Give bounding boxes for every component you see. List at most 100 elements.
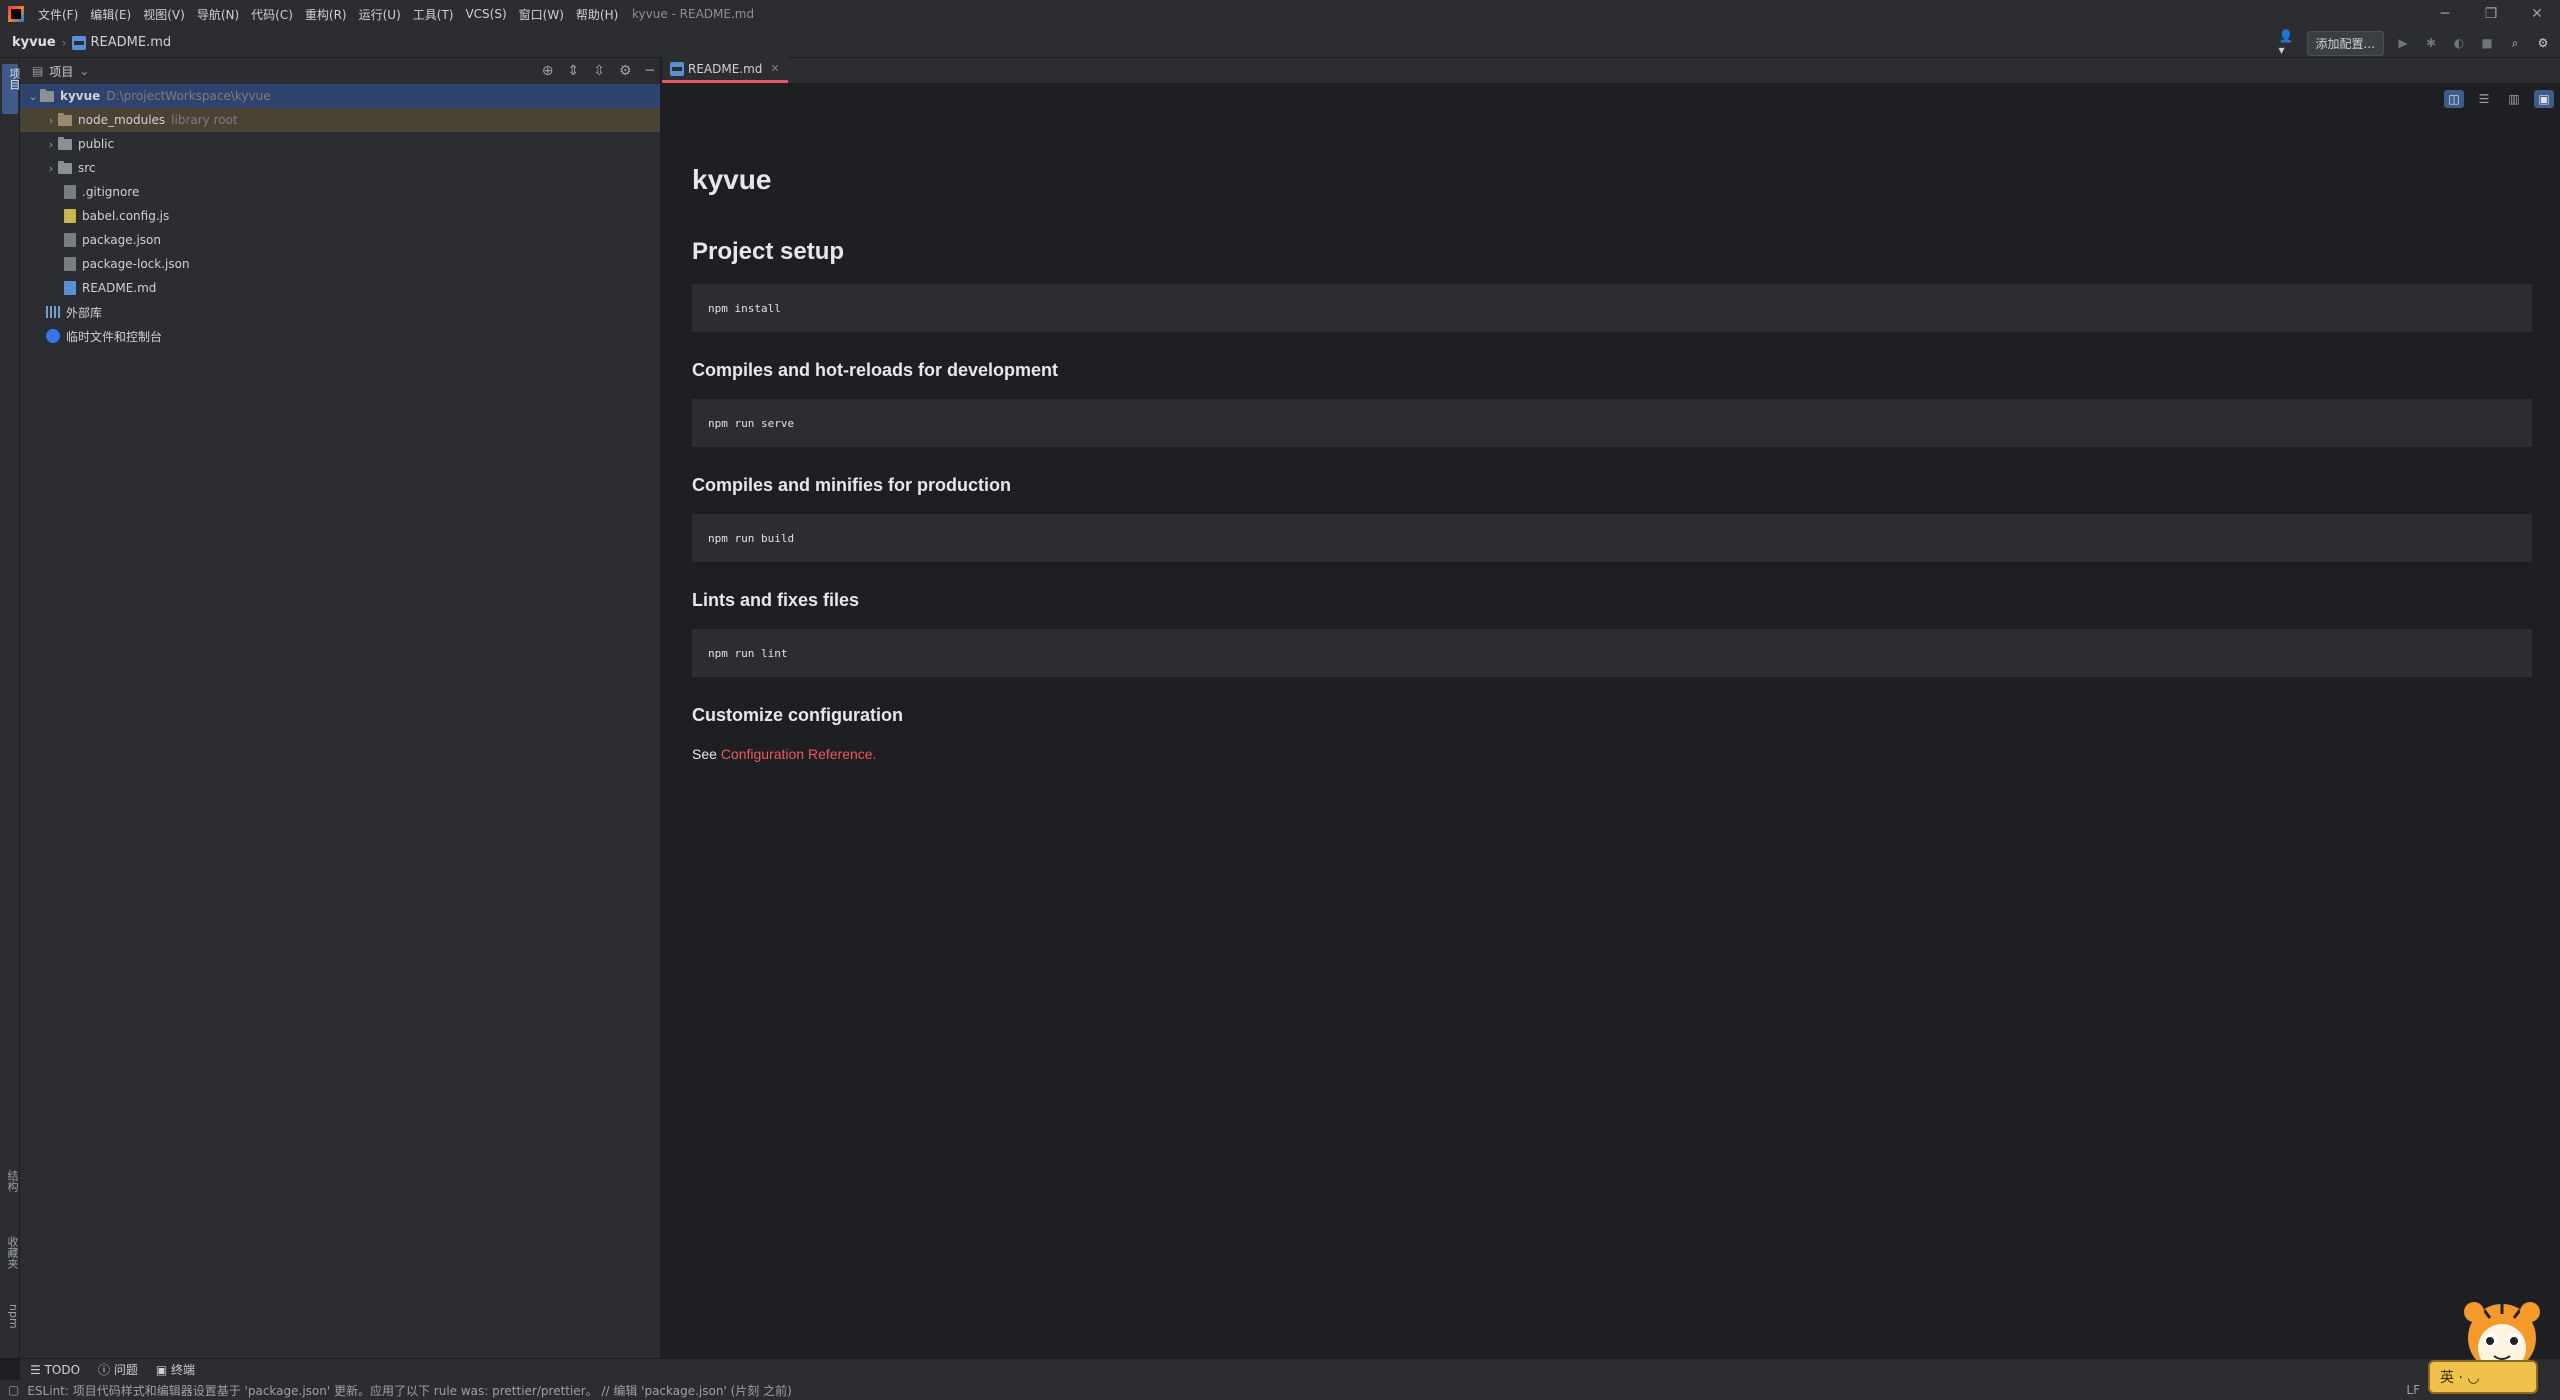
json-file-icon — [64, 257, 76, 271]
project-tool-tab[interactable]: 项目 — [2, 64, 21, 114]
menu-tools[interactable]: 工具(T) — [407, 6, 460, 23]
project-tool-label: 项目 — [8, 68, 21, 90]
tab-readme[interactable]: README.md ✕ — [662, 57, 788, 83]
editor-tab-bar: README.md ✕ — [662, 57, 2560, 84]
doc-heading-lint: Lints and fixes files — [692, 590, 860, 610]
breadcrumb-project[interactable]: kyvue — [12, 35, 56, 50]
config-reference-link[interactable]: Configuration Reference — [721, 746, 873, 762]
collapse-all-icon[interactable]: ⇳ — [593, 63, 605, 79]
tree-item-kyvue[interactable]: ⌄ kyvue D:\projectWorkspace\kyvue — [20, 84, 660, 108]
chevron-down-icon[interactable]: ⌄ — [26, 90, 40, 103]
breadcrumb-file[interactable]: README.md — [90, 35, 171, 50]
todo-label: TODO — [44, 1362, 81, 1377]
settings-gear-icon[interactable]: ⚙ — [2534, 34, 2552, 52]
json-file-icon — [64, 233, 76, 247]
tree-item-babel-config[interactable]: babel.config.js — [20, 204, 660, 228]
folder-icon — [58, 160, 72, 174]
scratches-icon — [46, 329, 60, 343]
panel-settings-gear-icon[interactable]: ⚙ — [619, 63, 632, 79]
minimize-icon[interactable]: ─ — [2422, 0, 2468, 28]
tree-item-node-modules[interactable]: › node_modules library root — [20, 108, 660, 132]
menu-edit[interactable]: 编辑(E) — [84, 6, 137, 23]
search-icon[interactable]: ⌕ — [2506, 34, 2524, 52]
problems-tool-button[interactable]: ⓘ 问题 — [98, 1361, 138, 1378]
markdown-preview: kyvue Project setup npm install Compiles… — [692, 114, 2532, 762]
paragraph-prefix: See — [692, 746, 721, 762]
run-toolbar: 👤▾ 添加配置... ▶ ✱ ◐ ■ ⌕ ⚙ — [2279, 28, 2560, 58]
stop-icon[interactable]: ■ — [2478, 34, 2496, 52]
doc-heading-config: Customize configuration — [692, 705, 903, 725]
markdown-file-icon — [64, 281, 76, 295]
code-block-install: npm install — [692, 284, 2532, 332]
expand-all-icon[interactable]: ⇕ — [568, 63, 580, 79]
line-separator[interactable]: LF — [2406, 1380, 2420, 1400]
tab-close-icon[interactable]: ✕ — [770, 62, 779, 75]
markdown-file-icon — [670, 61, 684, 76]
chevron-right-icon[interactable]: › — [44, 162, 58, 175]
tree-item-path: D:\projectWorkspace\kyvue — [106, 89, 271, 103]
tree-item-label: public — [78, 137, 115, 151]
panel-header-actions: ⊕ ⇕ ⇳ ⚙ ─ — [542, 58, 654, 84]
coverage-icon[interactable]: ◐ — [2450, 34, 2468, 52]
todo-list-icon: ☰ — [30, 1362, 45, 1377]
status-message[interactable]: ESLint: 项目代码样式和编辑器设置基于 'package.json' 更新… — [27, 1382, 791, 1399]
tree-item-gitignore[interactable]: .gitignore — [20, 180, 660, 204]
favorites-tool-label[interactable]: 收藏夹 — [0, 1236, 20, 1269]
menu-view[interactable]: 视图(V) — [137, 6, 191, 23]
chevron-down-icon[interactable]: ⌄ — [79, 64, 89, 78]
chevron-right-icon[interactable]: › — [44, 138, 58, 151]
restore-icon[interactable]: ❐ — [2468, 0, 2514, 28]
menu-file[interactable]: 文件(F) — [32, 6, 84, 23]
tree-item-label: package-lock.json — [82, 257, 190, 271]
panel-layout-icon: ▤ — [32, 64, 44, 78]
close-icon[interactable]: ✕ — [2514, 0, 2560, 28]
tree-item-label: package.json — [82, 233, 162, 247]
tree-item-src[interactable]: › src — [20, 156, 660, 180]
user-dropdown-icon[interactable]: 👤▾ — [2279, 29, 2297, 57]
preview-only-icon[interactable]: ▣ — [2534, 90, 2554, 108]
editor-and-preview-icon[interactable]: ◫ — [2444, 90, 2464, 108]
menu-code[interactable]: 代码(C) — [245, 6, 299, 23]
menu-vcs[interactable]: VCS(S) — [459, 7, 512, 21]
file-icon — [64, 185, 76, 199]
app-logo-icon[interactable] — [8, 6, 24, 22]
npm-tool-label[interactable]: npm — [0, 1304, 20, 1329]
library-icon — [46, 306, 60, 318]
hide-panel-icon[interactable]: ─ — [646, 63, 654, 79]
terminal-tool-button[interactable]: ▣ 终端 — [156, 1361, 195, 1378]
debug-icon[interactable]: ✱ — [2422, 34, 2440, 52]
split-view-icon[interactable]: ▥ — [2504, 90, 2524, 108]
status-bar: ▢ ESLint: 项目代码样式和编辑器设置基于 'package.json' … — [0, 1380, 2560, 1400]
input-method-badge[interactable]: 英 · ◡ — [2428, 1360, 2538, 1394]
menu-refactor[interactable]: 重构(R) — [299, 6, 353, 23]
run-icon[interactable]: ▶ — [2394, 34, 2412, 52]
doc-heading-project-setup: Project setup — [692, 238, 845, 265]
window-title: kyvue - README.md — [632, 7, 755, 21]
menu-navigate[interactable]: 导航(N) — [191, 6, 245, 23]
todo-tool-button[interactable]: ☰ TODO — [30, 1363, 80, 1377]
folder-icon — [40, 88, 54, 102]
tree-item-public[interactable]: › public — [20, 132, 660, 156]
menu-window[interactable]: 窗口(W) — [513, 6, 570, 23]
doc-paragraph: See Configuration Reference. — [692, 746, 2532, 762]
structure-tool-label[interactable]: 结构 — [0, 1170, 20, 1192]
folder-icon — [58, 136, 72, 150]
tree-item-package-lock[interactable]: package-lock.json — [20, 252, 660, 276]
tree-item-label: node_modules — [78, 113, 166, 127]
add-configuration-button[interactable]: 添加配置... — [2306, 30, 2384, 56]
status-panel-icon[interactable]: ▢ — [8, 1383, 19, 1397]
editor-only-icon[interactable]: ☰ — [2474, 90, 2494, 108]
tree-item-package-json[interactable]: package.json — [20, 228, 660, 252]
tree-item-scratches[interactable]: 临时文件和控制台 — [20, 324, 660, 348]
chevron-right-icon[interactable]: › — [44, 114, 58, 127]
menu-bar: 文件(F) 编辑(E) 视图(V) 导航(N) 代码(C) 重构(R) 运行(U… — [0, 0, 2560, 28]
menu-help[interactable]: 帮助(H) — [570, 6, 624, 23]
folder-icon — [58, 112, 72, 126]
menu-run[interactable]: 运行(U) — [353, 6, 407, 23]
editor-area: README.md ✕ ◫ ☰ ▥ ▣ kyvue Project setup … — [662, 57, 2560, 1358]
tree-item-external-libraries[interactable]: 外部库 — [20, 300, 660, 324]
project-view-selector[interactable]: 项目 — [49, 63, 73, 80]
tree-item-label: README.md — [82, 281, 157, 295]
tree-item-readme[interactable]: README.md — [20, 276, 660, 300]
locate-file-icon[interactable]: ⊕ — [542, 63, 554, 79]
